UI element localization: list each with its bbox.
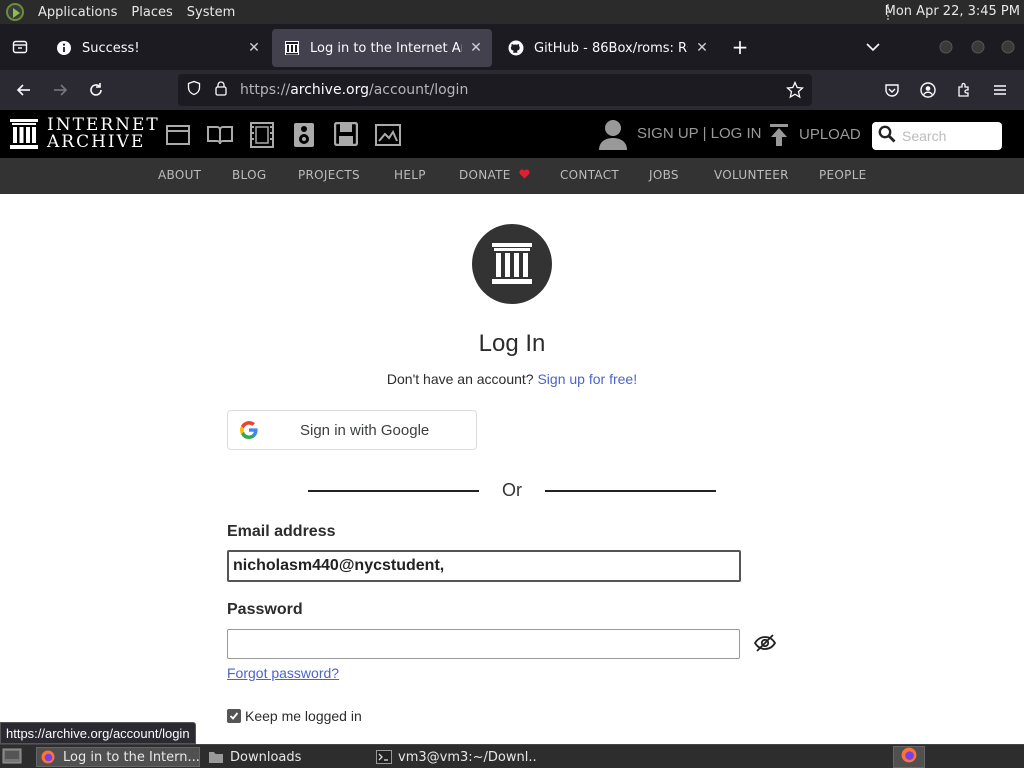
tab-title: Log in to the Internet Archive — [310, 40, 462, 56]
keep-logged-in-checkbox[interactable] — [227, 709, 241, 723]
system-menus: Applications Places System — [6, 3, 235, 21]
search-input[interactable] — [902, 128, 998, 144]
system-panel: Applications Places System Mon Apr 22, 3… — [0, 0, 1024, 24]
tracking-shield-icon[interactable] — [186, 80, 202, 100]
window-minimize-icon[interactable] — [932, 33, 960, 61]
window-maximize-icon[interactable] — [964, 33, 992, 61]
password-field[interactable] — [227, 629, 740, 659]
video-icon[interactable] — [250, 122, 274, 152]
url-text[interactable]: https://archive.org/account/login — [240, 82, 468, 98]
github-icon — [508, 40, 524, 56]
nav-about[interactable]: ABOUT — [158, 168, 201, 182]
show-password-icon[interactable] — [753, 633, 777, 657]
account-icon[interactable] — [914, 76, 942, 104]
forgot-password-link[interactable]: Forgot password? — [227, 665, 339, 681]
status-url-tooltip: https://archive.org/account/login — [0, 722, 196, 744]
list-all-tabs-icon[interactable] — [859, 33, 887, 61]
workspace-switcher[interactable] — [893, 746, 925, 768]
tab-close-icon[interactable]: ✕ — [246, 40, 262, 56]
task-terminal[interactable]: vm3@vm3:~/Downl... — [372, 747, 536, 767]
keep-logged-in-label[interactable]: Keep me logged in — [245, 708, 362, 724]
bookmark-star-icon[interactable] — [785, 80, 805, 103]
web-icon[interactable] — [166, 125, 190, 149]
nav-jobs[interactable]: JOBS — [649, 168, 679, 182]
user-avatar-icon[interactable] — [598, 118, 628, 154]
new-tab-icon[interactable]: + — [726, 33, 754, 61]
task-firefox[interactable]: Log in to the Intern... — [36, 747, 200, 767]
reload-icon[interactable] — [82, 76, 110, 104]
texts-icon[interactable] — [207, 125, 233, 149]
tab-archive-login[interactable]: Log in to the Internet Archive ✕ — [272, 29, 492, 67]
info-icon — [56, 40, 72, 56]
window-close-icon[interactable] — [994, 33, 1022, 61]
url-bar[interactable]: https://archive.org/account/login — [178, 74, 812, 106]
ia-logo-text[interactable]: INTERNET ARCHIVE — [47, 117, 160, 151]
upload-icon[interactable] — [769, 124, 789, 150]
distro-logo-icon[interactable] — [6, 3, 24, 21]
nav-contact[interactable]: CONTACT — [560, 168, 619, 182]
nav-people[interactable]: PEOPLE — [819, 168, 867, 182]
navigation-toolbar: https://archive.org/account/login — [0, 70, 1024, 110]
forward-icon[interactable] — [46, 76, 74, 104]
page-title: Log In — [478, 330, 546, 357]
tab-close-icon[interactable]: ✕ — [694, 40, 710, 56]
firefox-icon — [901, 747, 917, 767]
nav-projects[interactable]: PROJECTS — [298, 168, 360, 182]
nav-help[interactable]: HELP — [394, 168, 426, 182]
tab-close-icon[interactable]: ✕ — [468, 40, 484, 56]
password-label: Password — [227, 601, 303, 618]
firefox-view-icon[interactable] — [6, 33, 34, 61]
archive-logo-icon — [472, 224, 552, 304]
menu-places[interactable]: Places — [131, 5, 172, 20]
terminal-icon — [376, 750, 392, 764]
ia-search-box[interactable] — [872, 122, 1002, 150]
audio-icon[interactable] — [293, 122, 315, 152]
software-icon[interactable] — [333, 121, 359, 150]
upload-link[interactable]: UPLOAD — [799, 126, 861, 143]
ia-logo-icon[interactable] — [10, 119, 38, 153]
panel-clock[interactable]: Mon Apr 22, 3:45 PM — [885, 4, 1020, 19]
heart-icon — [519, 168, 530, 182]
nav-volunteer[interactable]: VOLUNTEER — [714, 168, 789, 182]
search-icon[interactable] — [878, 125, 896, 147]
tab-title: Success! — [82, 40, 140, 56]
google-icon — [240, 421, 258, 443]
firefox-icon — [41, 750, 55, 764]
email-field[interactable] — [227, 550, 741, 582]
app-menu-icon[interactable] — [986, 76, 1014, 104]
tab-strip: Success! ✕ Log in to the Internet Archiv… — [0, 24, 1024, 70]
show-desktop-icon[interactable] — [2, 748, 22, 768]
tab-title: GitHub - 86Box/roms: ROMs — [534, 40, 688, 56]
taskbar: Log in to the Intern... Downloads vm3@vm… — [0, 744, 1024, 768]
google-button-label: Sign in with Google — [300, 422, 430, 439]
tab-success[interactable]: Success! ✕ — [44, 29, 270, 67]
pocket-icon[interactable] — [878, 76, 906, 104]
or-separator: Or — [502, 480, 522, 500]
back-icon[interactable] — [10, 76, 38, 104]
divider-right — [545, 490, 716, 492]
tab-github-roms[interactable]: GitHub - 86Box/roms: ROMs ✕ — [496, 29, 718, 67]
menu-system[interactable]: System — [187, 5, 235, 20]
ia-subnav: ABOUT BLOG PROJECTS HELP DONATE CONTACT … — [0, 158, 1024, 194]
task-downloads[interactable]: Downloads — [204, 747, 368, 767]
images-icon[interactable] — [375, 124, 401, 150]
google-signin-button[interactable]: Sign in with Google — [227, 410, 477, 450]
signup-prompt: Don't have an account? Sign up for free! — [386, 371, 638, 387]
lock-icon[interactable] — [214, 80, 228, 100]
folder-icon — [208, 750, 223, 764]
archive-icon — [284, 40, 300, 56]
ia-header: INTERNET ARCHIVE SIGN UP | LOG IN UPLOAD — [0, 110, 1024, 158]
divider-left — [308, 490, 479, 492]
extensions-icon[interactable] — [950, 76, 978, 104]
signup-link[interactable]: Sign up for free! — [537, 371, 637, 387]
signup-login-link[interactable]: SIGN UP | LOG IN — [637, 125, 761, 142]
menu-applications[interactable]: Applications — [38, 5, 117, 20]
email-label: Email address — [227, 523, 336, 540]
nav-blog[interactable]: BLOG — [232, 168, 266, 182]
nav-donate[interactable]: DONATE — [459, 168, 530, 182]
